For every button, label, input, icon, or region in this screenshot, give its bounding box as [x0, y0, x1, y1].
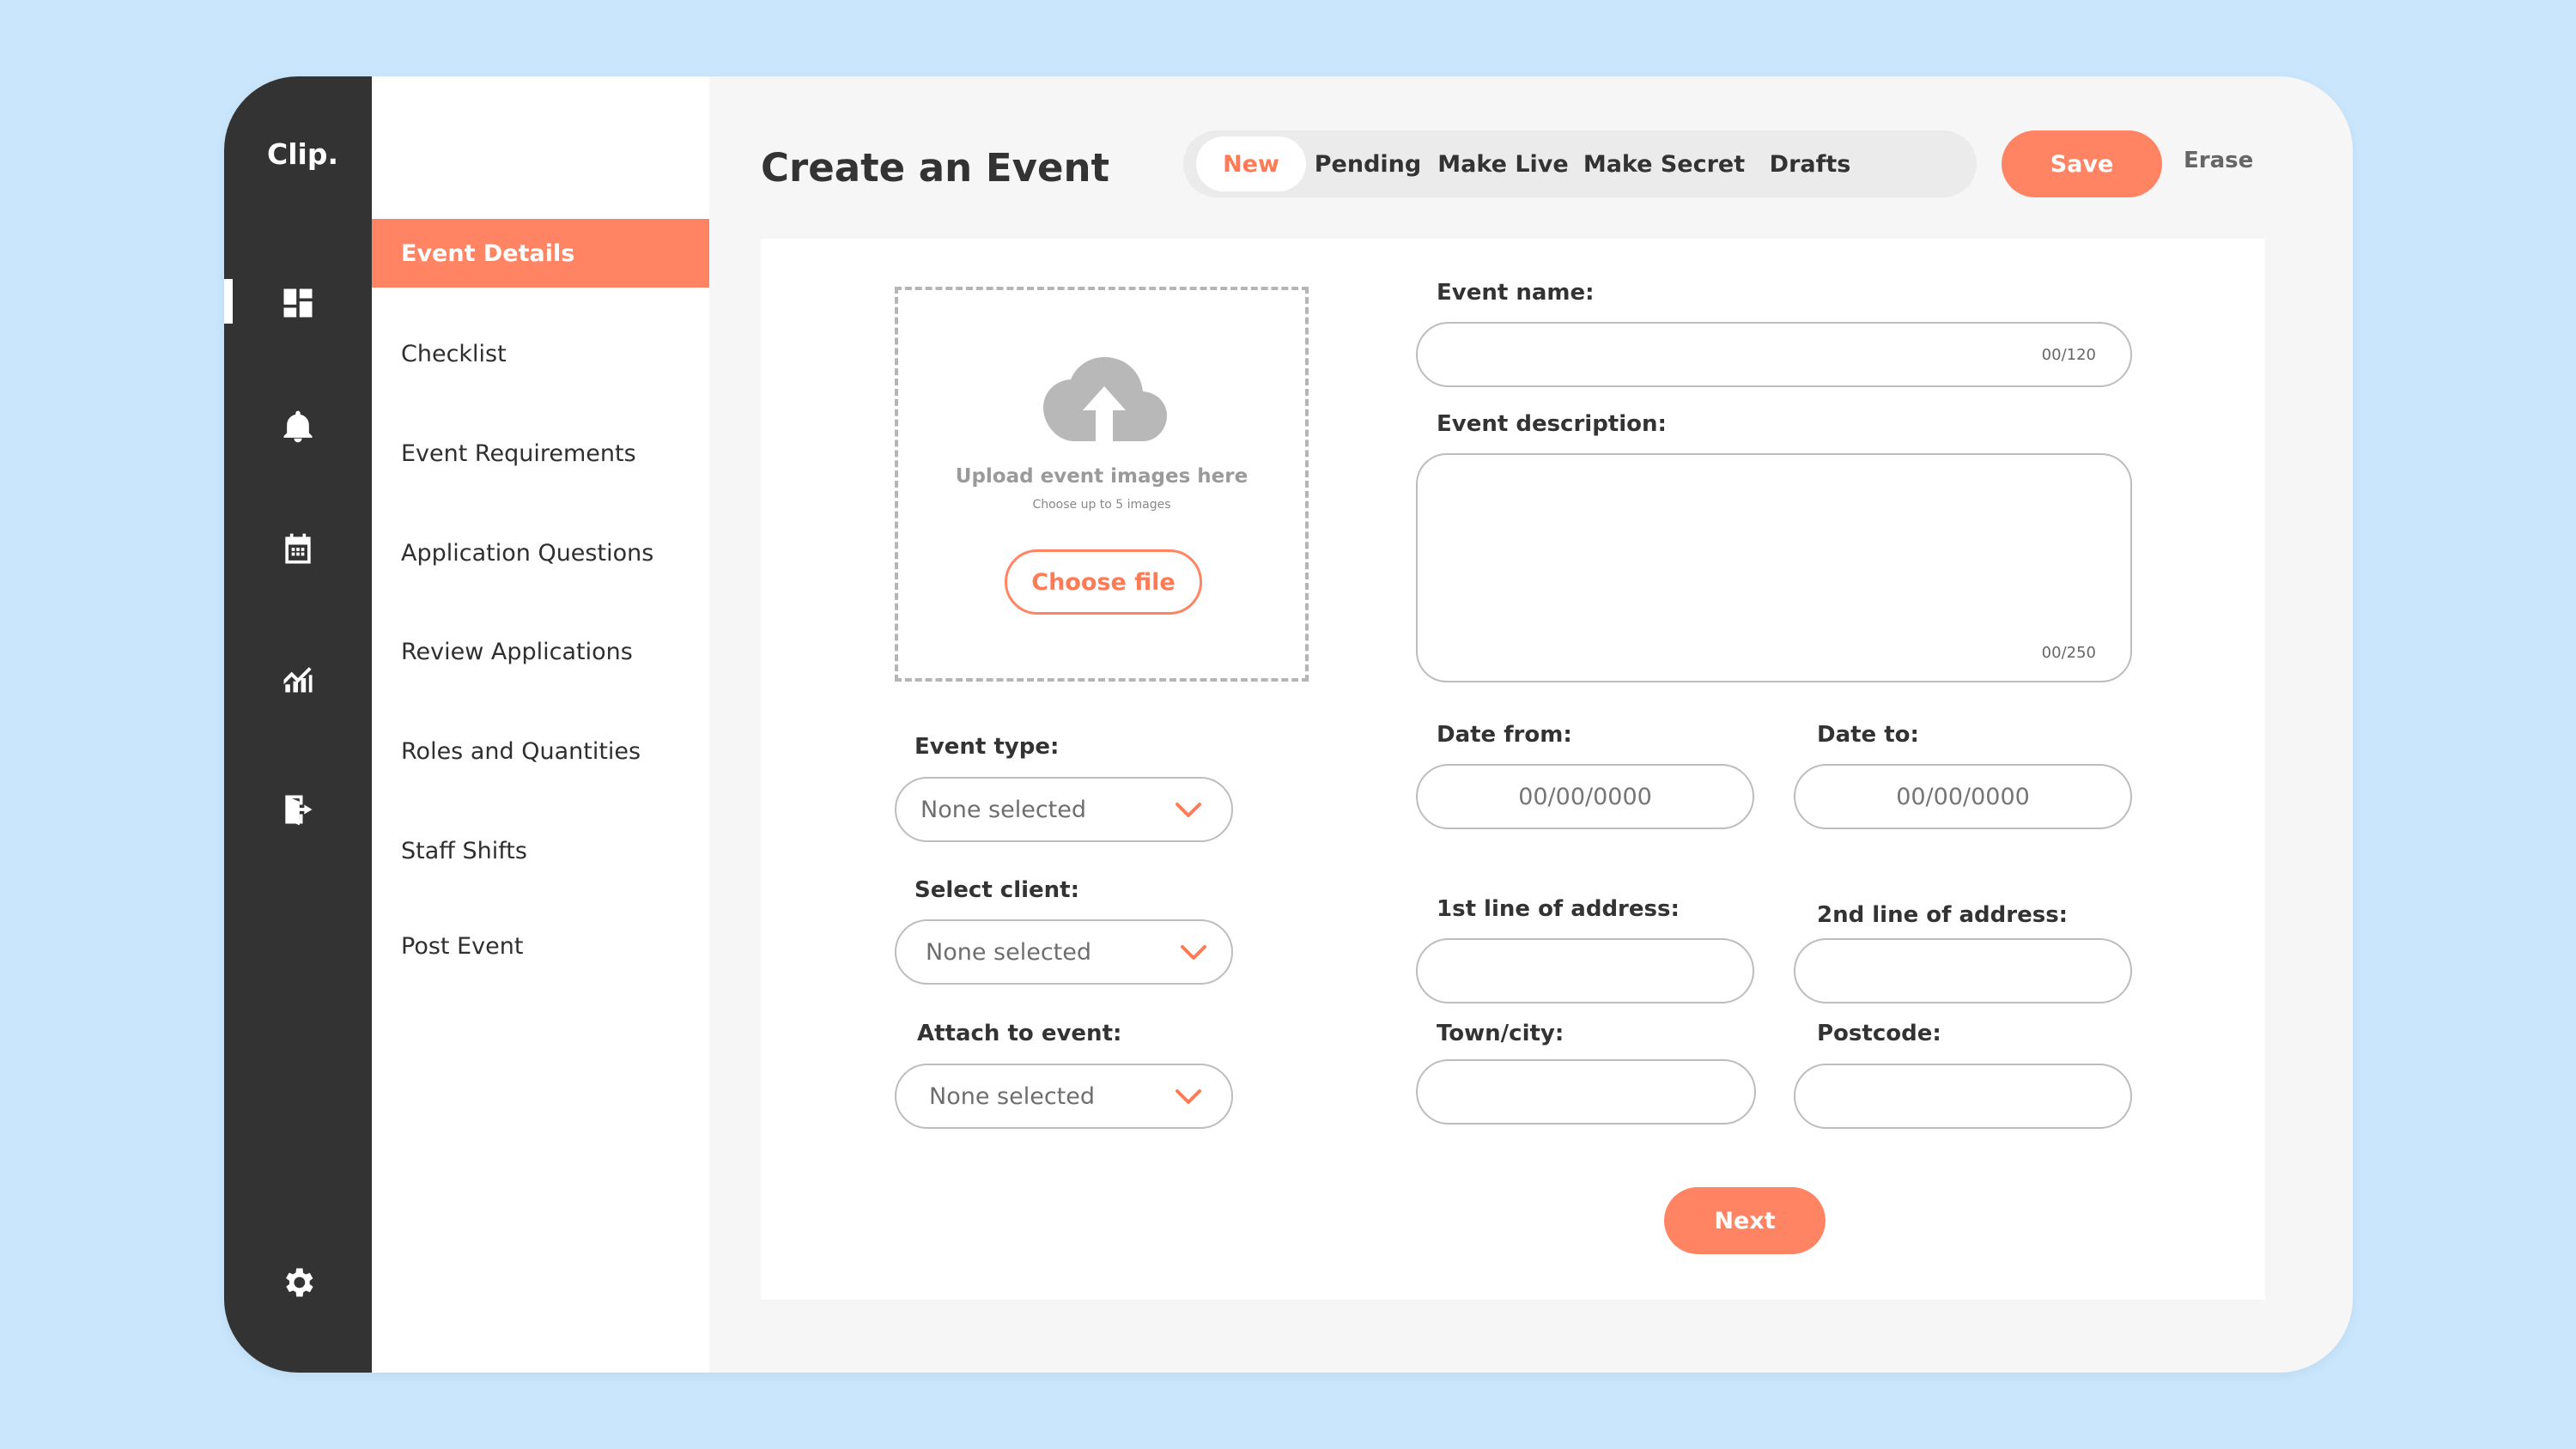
event-type-value: None selected	[920, 796, 1086, 823]
cloud-upload-icon	[1043, 357, 1167, 441]
address-line-1-label: 1st line of address:	[1437, 896, 1680, 922]
nav-item-application-questions[interactable]: Application Questions	[372, 518, 709, 587]
section-nav: Event Details Checklist Event Requiremen…	[372, 76, 709, 1373]
event-type-select[interactable]: None selected	[895, 777, 1233, 842]
tab-make-live[interactable]: Make Live	[1437, 136, 1568, 191]
event-type-label: Event type:	[914, 734, 1060, 760]
address-line-2-field[interactable]	[1794, 938, 2132, 1003]
icon-rail: Clip.	[224, 76, 372, 1373]
attach-to-event-value: None selected	[929, 1082, 1095, 1110]
bell-icon[interactable]	[274, 403, 322, 451]
date-from-input[interactable]	[1418, 766, 1753, 828]
event-description-label: Event description:	[1437, 411, 1667, 437]
nav-item-review-applications[interactable]: Review Applications	[372, 617, 709, 686]
date-from-label: Date from:	[1437, 722, 1572, 748]
event-name-counter: 00/120	[2041, 346, 2096, 364]
date-from-field[interactable]	[1416, 764, 1754, 829]
postcode-label: Postcode:	[1817, 1021, 1941, 1046]
event-name-label: Event name:	[1437, 280, 1595, 306]
event-description-field[interactable]: 00/250	[1416, 453, 2132, 682]
nav-item-label: Checklist	[401, 340, 507, 367]
nav-item-label: Review Applications	[401, 638, 633, 665]
nav-item-label: Roles and Quantities	[401, 737, 641, 765]
town-city-input[interactable]	[1418, 1061, 1754, 1123]
calendar-icon[interactable]	[274, 525, 322, 573]
attach-to-event-label: Attach to event:	[917, 1021, 1122, 1046]
address-line-1-input[interactable]	[1418, 940, 1753, 1002]
save-button[interactable]: Save	[2002, 130, 2162, 197]
town-city-field[interactable]	[1416, 1059, 1756, 1125]
nav-item-label: Event Details	[401, 239, 575, 267]
chevron-down-icon	[1176, 1089, 1201, 1104]
app-window: Clip. Event Details Checklist Event Requ…	[224, 76, 2353, 1373]
event-form-card: Upload event images here Choose up to 5 …	[761, 239, 2265, 1300]
nav-item-label: Staff Shifts	[401, 837, 527, 864]
tab-make-secret[interactable]: Make Secret	[1578, 136, 1750, 191]
event-name-input[interactable]	[1418, 324, 2130, 385]
nav-item-label: Post Event	[401, 932, 524, 960]
chevron-down-icon	[1181, 945, 1206, 960]
status-tabs: New Pending Make Live Make Secret Drafts	[1183, 130, 1977, 197]
town-city-label: Town/city:	[1437, 1021, 1564, 1046]
nav-item-label: Event Requirements	[401, 440, 636, 467]
nav-item-event-details[interactable]: Event Details	[372, 219, 709, 288]
logout-icon[interactable]	[274, 785, 322, 834]
tab-new[interactable]: New	[1196, 136, 1306, 191]
dashboard-icon[interactable]	[274, 279, 322, 327]
address-line-2-label: 2nd line of address:	[1817, 902, 2069, 928]
choose-file-button[interactable]: Choose file	[1005, 549, 1202, 615]
nav-item-label: Application Questions	[401, 539, 654, 567]
nav-item-roles-and-quantities[interactable]: Roles and Quantities	[372, 717, 709, 785]
erase-button[interactable]: Erase	[2184, 148, 2253, 173]
tab-pending[interactable]: Pending	[1312, 136, 1424, 191]
nav-item-event-requirements[interactable]: Event Requirements	[372, 419, 709, 488]
chevron-down-icon	[1176, 803, 1201, 817]
select-client-label: Select client:	[914, 877, 1080, 903]
active-indicator	[224, 279, 233, 324]
date-to-input[interactable]	[1795, 766, 2130, 828]
app-logo: Clip.	[267, 137, 338, 171]
select-client-value: None selected	[926, 938, 1091, 966]
event-name-field[interactable]: 00/120	[1416, 322, 2132, 387]
nav-item-checklist[interactable]: Checklist	[372, 319, 709, 388]
postcode-field[interactable]	[1794, 1064, 2132, 1129]
page-title: Create an Event	[761, 145, 1110, 191]
postcode-input[interactable]	[1795, 1065, 2130, 1127]
nav-item-staff-shifts[interactable]: Staff Shifts	[372, 816, 709, 885]
image-upload-dropzone[interactable]: Upload event images here Choose up to 5 …	[895, 287, 1309, 682]
address-line-1-field[interactable]	[1416, 938, 1754, 1003]
nav-item-post-event[interactable]: Post Event	[372, 912, 709, 980]
event-description-counter: 00/250	[2041, 644, 2096, 662]
next-button[interactable]: Next	[1664, 1187, 1826, 1254]
address-line-2-input[interactable]	[1795, 940, 2130, 1002]
tab-drafts[interactable]: Drafts	[1763, 136, 1857, 191]
date-to-label: Date to:	[1817, 722, 1919, 748]
date-to-field[interactable]	[1794, 764, 2132, 829]
upload-title: Upload event images here	[955, 465, 1249, 488]
select-client-select[interactable]: None selected	[895, 919, 1233, 985]
gear-icon[interactable]	[274, 1258, 322, 1307]
chart-icon[interactable]	[274, 654, 322, 702]
attach-to-event-select[interactable]: None selected	[895, 1064, 1233, 1129]
upload-hint: Choose up to 5 images	[1032, 498, 1171, 512]
